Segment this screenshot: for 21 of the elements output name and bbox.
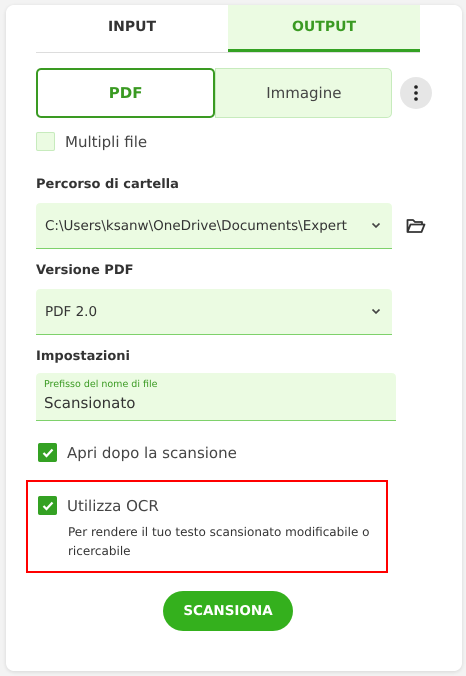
format-toggle[interactable]: PDF — [36, 68, 216, 118]
checkbox[interactable] — [38, 443, 57, 462]
checkmark-icon — [42, 500, 54, 510]
kebab-icon — [414, 85, 418, 101]
chevron-icon — [371, 222, 381, 229]
chevron-icon — [371, 308, 381, 315]
format-toggle[interactable]: Immagine — [215, 68, 392, 118]
folder-icon[interactable] — [406, 218, 426, 234]
section-heading: Impostazioni — [36, 349, 132, 364]
option-description: Per rendere il tuo testo scansionato modificabile o ricercabile — [68, 524, 370, 560]
checkbox-label: Utilizza OCR — [67, 496, 159, 514]
checkbox-label: Multipli file — [65, 132, 148, 150]
field-label: Versione PDF — [36, 263, 134, 278]
filename-prefix-field[interactable]: Prefisso del nome di file Scansionato — [36, 373, 396, 421]
checkbox[interactable] — [38, 496, 57, 515]
version-select[interactable]: PDF 2.0 — [36, 289, 392, 335]
folder-select[interactable]: C:\Users\ksanw\OneDrive\Documents\Expert — [36, 203, 392, 249]
more-options-button[interactable] — [400, 77, 432, 109]
checkbox-label: Apri dopo la scansione — [67, 444, 237, 462]
checkmark-icon — [42, 448, 54, 458]
field-label: Percorso di cartella — [36, 177, 180, 192]
